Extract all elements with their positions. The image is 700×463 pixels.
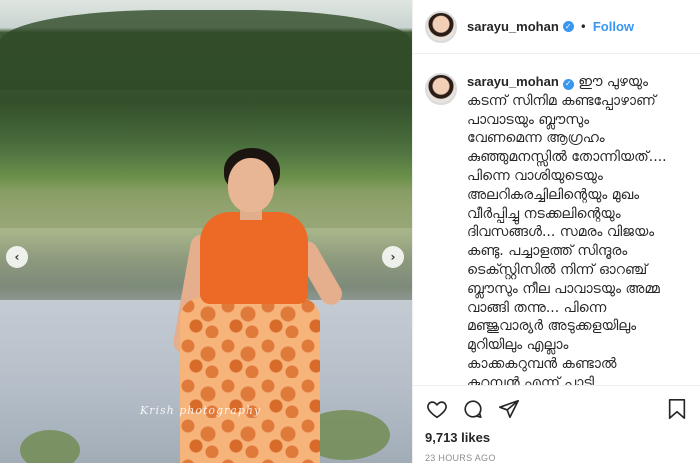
photo-watermark: Krish photography [140, 404, 262, 417]
caption: sarayu_mohan ✓ ഈ പുഴയും കടന്ന് സിനിമ കണ്ട… [467, 73, 689, 385]
bookmark-icon[interactable] [665, 397, 689, 421]
action-icons [425, 396, 689, 422]
background-trees [0, 10, 412, 90]
post-actions: 9,713 likes 23 HOURS AGO [413, 385, 700, 463]
face [228, 158, 274, 212]
caption-section: sarayu_mohan ✓ ഈ പുഴയും കടന്ന് സിനിമ കണ്ട… [413, 55, 700, 385]
avatar[interactable] [425, 10, 457, 43]
floral-skirt [180, 298, 320, 463]
caption-text: ഈ പുഴയും കടന്ന് സിനിമ കണ്ടപ്പോഴാണ് പാവാട… [467, 74, 667, 385]
post-timestamp[interactable]: 23 HOURS AGO [425, 453, 689, 463]
grass-clump [20, 430, 80, 463]
next-photo-button[interactable]: › [382, 246, 404, 268]
previous-photo-button[interactable]: ‹ [6, 246, 28, 268]
verified-badge-icon: ✓ [562, 78, 574, 90]
share-icon[interactable] [497, 397, 521, 421]
verified-badge-icon: ✓ [562, 21, 574, 32]
username-link[interactable]: sarayu_mohan [467, 19, 559, 34]
comment-icon[interactable] [461, 397, 485, 421]
caption-username-link[interactable]: sarayu_mohan [467, 74, 559, 89]
likes-count[interactable]: 9,713 likes [425, 430, 689, 445]
caption-avatar[interactable] [425, 73, 457, 105]
post-photo[interactable]: Krish photography ‹ › [0, 0, 412, 463]
separator-dot: • [579, 19, 587, 34]
post-side-panel: sarayu_mohan ✓ • Follow sarayu_mohan ✓ ഈ … [412, 0, 700, 463]
heart-icon[interactable] [425, 397, 449, 421]
post-header: sarayu_mohan ✓ • Follow [413, 0, 700, 54]
orange-blouse [200, 212, 308, 304]
follow-button[interactable]: Follow [593, 19, 634, 34]
